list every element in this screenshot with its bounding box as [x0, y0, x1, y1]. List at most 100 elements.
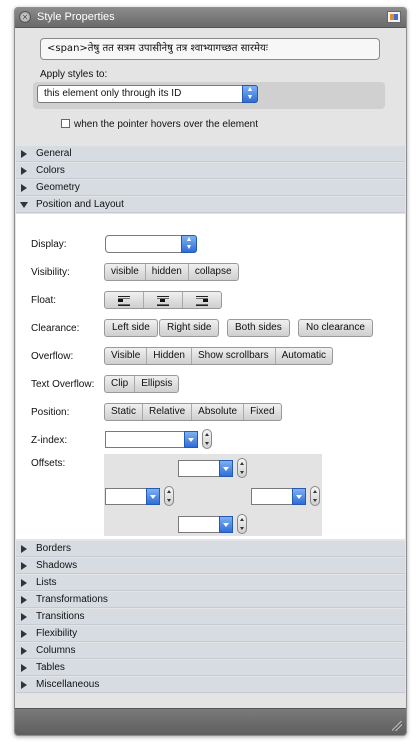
disclosure-right-icon [21, 167, 27, 175]
visibility-collapse-button[interactable]: collapse [189, 264, 238, 280]
hover-checkbox[interactable] [61, 119, 70, 128]
disclosure-right-icon [21, 647, 27, 655]
chevron-down-icon[interactable] [146, 488, 160, 505]
offset-top-stepper[interactable] [237, 458, 247, 478]
overflow-hidden-button[interactable]: Hidden [147, 348, 192, 364]
disclosure-right-icon [21, 545, 27, 553]
chevron-down-icon[interactable] [219, 460, 233, 477]
title-bar[interactable]: × Style Properties [15, 8, 406, 28]
zindex-combo[interactable] [105, 431, 198, 448]
section-label: Borders [36, 543, 72, 554]
visibility-segmented: visible hidden collapse [104, 263, 239, 281]
disclosure-right-icon [21, 681, 27, 689]
overflow-scroll-button[interactable]: Show scrollbars [192, 348, 276, 364]
position-layout-pane: Display: ▲ ▼ Visibility: visible hidden c… [16, 214, 405, 539]
overflow-auto-button[interactable]: Automatic [276, 348, 332, 364]
clear-none-button[interactable]: No clearance [298, 319, 373, 337]
clear-left-button[interactable]: Left side [104, 319, 158, 337]
disclosure-down-icon [20, 202, 28, 208]
offset-top-combo[interactable] [178, 460, 233, 477]
position-fixed-button[interactable]: Fixed [244, 404, 280, 420]
section-label: Colors [36, 165, 65, 176]
close-icon[interactable]: × [19, 11, 31, 23]
window-title: Style Properties [37, 11, 115, 23]
apply-styles-select[interactable]: this element only through its ID ▲ ▼ [37, 85, 258, 103]
offset-right-stepper[interactable] [310, 486, 320, 506]
section-tables[interactable]: Tables [16, 660, 405, 676]
visibility-visible-button[interactable]: visible [105, 264, 146, 280]
offset-left-stepper[interactable] [164, 486, 174, 506]
chevron-down-icon[interactable] [184, 431, 198, 448]
float-left-icon[interactable] [105, 292, 144, 308]
section-label: Lists [36, 577, 57, 588]
offset-bottom-combo[interactable] [178, 516, 233, 533]
text-overflow-segmented: Clip Ellipsis [104, 375, 180, 393]
resize-grip-icon[interactable] [392, 721, 402, 731]
section-label: Geometry [36, 182, 80, 193]
overflow-label: Overflow: [31, 351, 74, 362]
visibility-label: Visibility: [31, 267, 70, 278]
float-segmented [104, 291, 222, 309]
visibility-hidden-button[interactable]: hidden [146, 264, 189, 280]
disclosure-right-icon [21, 579, 27, 587]
section-flexibility[interactable]: Flexibility [16, 626, 405, 642]
section-columns[interactable]: Columns [16, 643, 405, 659]
text-overflow-clip-button[interactable]: Clip [105, 376, 136, 392]
zindex-label: Z-index: [31, 435, 68, 446]
section-lists[interactable]: Lists [16, 575, 405, 591]
float-label: Float: [31, 295, 57, 306]
position-relative-button[interactable]: Relative [143, 404, 193, 420]
disclosure-right-icon [21, 613, 27, 621]
section-geometry[interactable]: Geometry [16, 180, 405, 196]
position-label: Position: [31, 407, 70, 418]
disclosure-right-icon [21, 184, 27, 192]
section-position-layout[interactable]: Position and Layout [16, 197, 405, 213]
offsets-box [104, 454, 322, 536]
hover-option[interactable]: when the pointer hovers over the element [61, 119, 258, 130]
section-shadows[interactable]: Shadows [16, 558, 405, 574]
disclosure-right-icon [21, 150, 27, 158]
chevron-updown-icon[interactable]: ▲ ▼ [242, 85, 258, 103]
section-label: Tables [36, 662, 65, 673]
disclosure-right-icon [21, 596, 27, 604]
offset-left-combo[interactable] [105, 488, 160, 505]
overflow-visible-button[interactable]: Visible [105, 348, 148, 364]
apply-styles-label: Apply styles to: [40, 69, 108, 80]
style-inspector-icon[interactable] [387, 11, 401, 23]
element-tag-field: <span>तेषु तत सत्रम उपासीनेषु तत्र श्वाभ… [40, 38, 380, 60]
section-colors[interactable]: Colors [16, 163, 405, 179]
section-label: Transformations [36, 594, 108, 605]
section-transitions[interactable]: Transitions [16, 609, 405, 625]
section-general[interactable]: General [16, 146, 405, 162]
position-static-button[interactable]: Static [105, 404, 144, 420]
overflow-segmented: Visible Hidden Show scrollbars Automatic [104, 347, 334, 365]
offset-bottom-stepper[interactable] [237, 514, 247, 534]
zindex-stepper[interactable] [202, 429, 212, 449]
offsets-label: Offsets: [31, 458, 66, 469]
float-right-icon[interactable] [183, 292, 221, 308]
style-properties-window: × Style Properties <span>तेषु तत सत्रम उ… [14, 7, 407, 736]
section-label: Flexibility [36, 628, 78, 639]
chevron-updown-icon[interactable]: ▲ ▼ [181, 235, 197, 253]
display-select[interactable]: ▲ ▼ [105, 235, 197, 253]
section-transformations[interactable]: Transformations [16, 592, 405, 608]
float-none-icon[interactable] [144, 292, 183, 308]
disclosure-right-icon [21, 664, 27, 672]
section-miscellaneous[interactable]: Miscellaneous [16, 677, 405, 693]
section-label: General [36, 148, 72, 159]
clear-both-button[interactable]: Both sides [227, 319, 290, 337]
offset-right-combo[interactable] [251, 488, 306, 505]
position-absolute-button[interactable]: Absolute [192, 404, 245, 420]
text-overflow-label: Text Overflow: [31, 379, 95, 390]
section-borders[interactable]: Borders [16, 541, 405, 557]
apply-styles-value: this element only through its ID [44, 88, 182, 99]
hover-checkbox-label: when the pointer hovers over the element [74, 119, 258, 130]
clear-right-button[interactable]: Right side [159, 319, 220, 337]
text-overflow-ellipsis-button[interactable]: Ellipsis [135, 376, 178, 392]
window-footer [15, 708, 406, 735]
chevron-down-icon[interactable] [219, 516, 233, 533]
chevron-down-icon[interactable] [292, 488, 306, 505]
disclosure-right-icon [21, 562, 27, 570]
disclosure-right-icon [21, 630, 27, 638]
section-label: Columns [36, 645, 76, 656]
